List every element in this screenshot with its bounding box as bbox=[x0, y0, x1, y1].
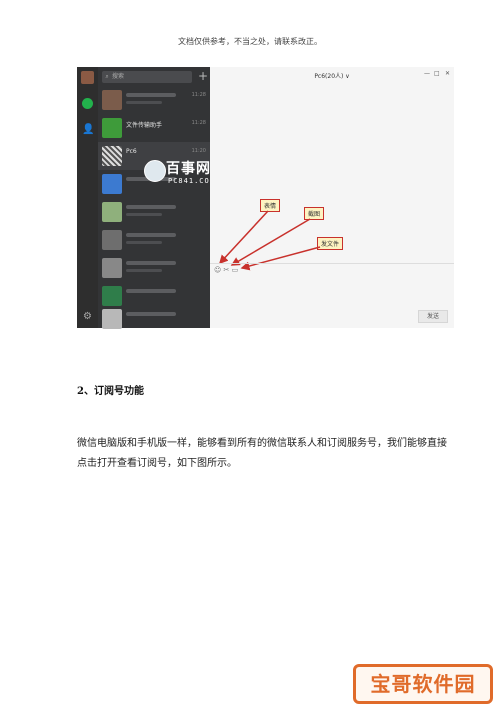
contacts-icon[interactable]: 👤 bbox=[82, 124, 94, 135]
add-chat-button[interactable]: + bbox=[197, 69, 209, 83]
chat-thumbnail bbox=[102, 286, 122, 306]
chat-thumbnail bbox=[102, 202, 122, 222]
arrow-send-file bbox=[240, 246, 321, 271]
chat-thumbnail bbox=[102, 258, 122, 278]
list-item[interactable] bbox=[98, 305, 210, 333]
blurred-name bbox=[126, 261, 176, 265]
list-item-time: 11:20 bbox=[191, 148, 206, 154]
search-placeholder: 搜索 bbox=[112, 73, 125, 80]
send-button[interactable]: 发送 bbox=[418, 310, 448, 323]
list-item[interactable]: 文件传输助手 11:28 bbox=[98, 114, 210, 142]
blurred-name bbox=[126, 205, 176, 209]
blurred-preview bbox=[126, 101, 162, 104]
chat-list: ⌕ 搜索 + 11:28 文件传输助手 11:28 Pc6 11:20 百事网 … bbox=[98, 67, 214, 329]
list-item-name: 文件传输助手 bbox=[126, 122, 163, 129]
blurred-preview bbox=[126, 241, 162, 244]
chat-window: Pc6(20人) ∨ — □ ✕ 表情 截图 发文件 ☺ ✂ ▭ 发送 bbox=[210, 67, 454, 328]
blurred-preview bbox=[126, 213, 162, 216]
list-item-name: Pc6 bbox=[126, 148, 137, 155]
search-input[interactable]: ⌕ 搜索 bbox=[102, 71, 192, 83]
blurred-name bbox=[126, 289, 176, 293]
header-note: 文档仅供参考，不当之处，请联系改正。 bbox=[178, 37, 322, 46]
arrow-emoji bbox=[218, 210, 269, 265]
brand-text: 宝哥软件园 bbox=[370, 672, 476, 696]
list-item-time: 11:28 bbox=[191, 92, 206, 98]
side-rail: 👤 ⚙ bbox=[77, 67, 98, 328]
list-item-time: 11:28 bbox=[191, 120, 206, 126]
chat-thumbnail bbox=[102, 230, 122, 250]
file-transfer-icon bbox=[102, 118, 122, 138]
settings-icon[interactable]: ⚙ bbox=[82, 311, 93, 322]
blurred-name bbox=[126, 93, 176, 97]
toolbar-icons[interactable]: ☺ ✂ ▭ bbox=[214, 266, 238, 274]
callout-arrows bbox=[218, 210, 321, 271]
chat-thumbnail bbox=[102, 90, 122, 110]
list-item[interactable] bbox=[98, 254, 210, 282]
list-item[interactable]: Pc6 11:20 bbox=[98, 142, 210, 170]
list-item[interactable]: 11:28 bbox=[98, 86, 210, 114]
blurred-preview bbox=[126, 269, 162, 272]
blurred-name bbox=[126, 177, 176, 181]
blurred-name bbox=[126, 233, 176, 237]
group-avatar bbox=[102, 146, 122, 166]
list-item[interactable] bbox=[98, 226, 210, 254]
list-item[interactable] bbox=[98, 170, 210, 198]
list-item[interactable] bbox=[98, 198, 210, 226]
brand-logo: 宝哥软件园 bbox=[347, 661, 495, 704]
arrow-screenshot bbox=[230, 218, 311, 266]
blurred-name bbox=[126, 312, 176, 316]
brand-badge: 宝哥软件园 bbox=[353, 664, 493, 704]
section-heading: 2、订阅号功能 bbox=[77, 386, 144, 397]
chat-icon[interactable] bbox=[82, 98, 93, 109]
search-icon: ⌕ bbox=[105, 73, 109, 80]
input-divider bbox=[210, 263, 454, 264]
chat-thumbnail bbox=[102, 174, 122, 194]
body-paragraph: 微信电脑版和手机版一样，能够看到所有的微信联系人和订阅服务号，我们能够直接点击打… bbox=[77, 438, 447, 469]
wechat-screenshot: 👤 ⚙ ⌕搜索 + 11:28 文件传输助手 11:28 Pc6 11:20 bbox=[77, 67, 454, 329]
avatar[interactable] bbox=[81, 71, 94, 84]
chat-thumbnail bbox=[102, 309, 122, 329]
